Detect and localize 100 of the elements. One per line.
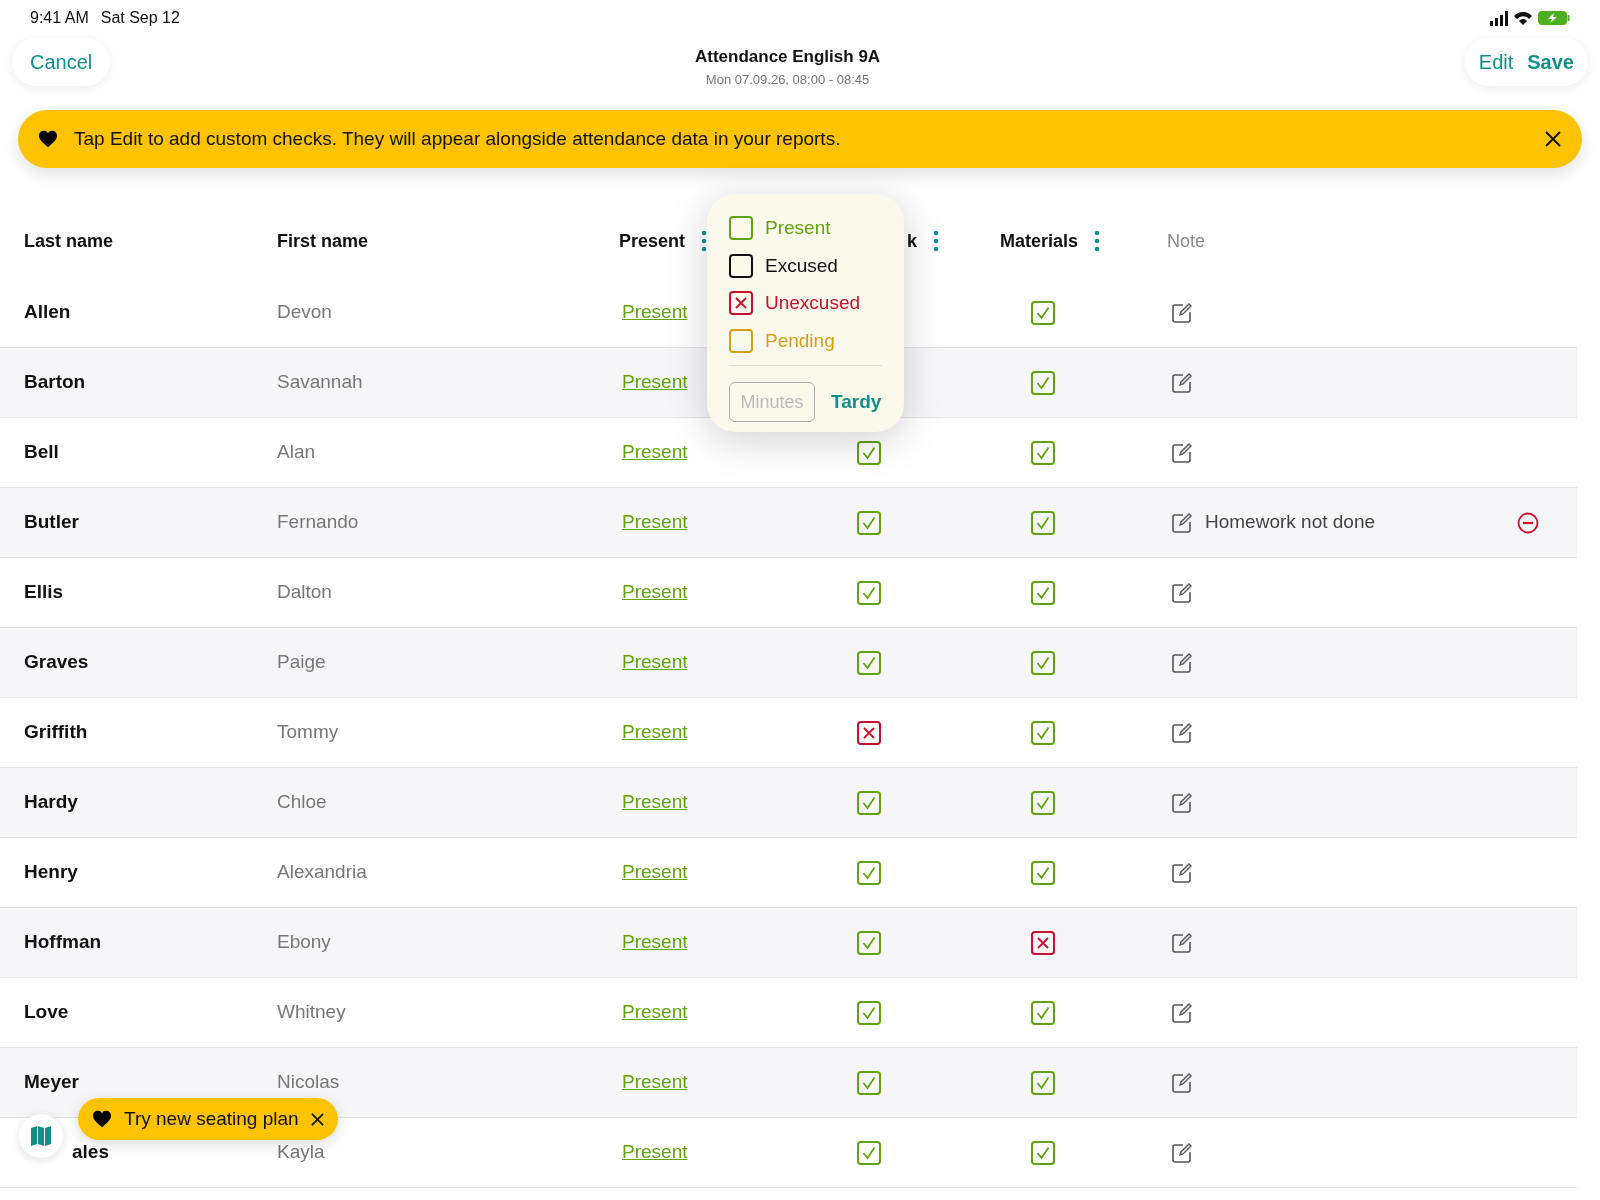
attendance-link[interactable]: Present	[622, 998, 688, 1027]
first-name: Nicolas	[277, 1071, 340, 1093]
last-name: Barton	[24, 371, 86, 393]
status-option[interactable]: Unexcused	[729, 289, 882, 318]
attendance-link[interactable]: Present	[622, 368, 688, 397]
note-edit-icon[interactable]	[1171, 861, 1193, 884]
first-name: Kayla	[277, 1141, 325, 1163]
first-name: Tommy	[277, 721, 339, 743]
note-edit-icon[interactable]	[1171, 1001, 1193, 1024]
edit-button[interactable]: Edit	[1478, 47, 1514, 77]
first-name: Alexandria	[277, 861, 367, 883]
tardy-button[interactable]: Tardy	[831, 387, 882, 417]
status-date: Sat Sep 12	[100, 8, 180, 28]
first-name: Dalton	[277, 581, 332, 603]
note-edit-icon[interactable]	[1171, 1141, 1193, 1164]
checked-checkbox-icon[interactable]	[857, 1000, 881, 1025]
crossed-checkbox-icon[interactable]	[857, 720, 881, 745]
checked-checkbox-icon[interactable]	[1031, 720, 1055, 745]
checked-checkbox-icon[interactable]	[1031, 1070, 1055, 1095]
last-name: Meyer	[24, 1071, 79, 1093]
checked-checkbox-icon[interactable]	[857, 930, 881, 955]
status-time: 9:41 AM	[30, 8, 89, 28]
attendance-link[interactable]: Present	[622, 298, 688, 327]
note-edit-icon[interactable]	[1171, 511, 1193, 534]
tip-text: Try new seating plan	[124, 1106, 299, 1131]
checked-checkbox-icon[interactable]	[857, 510, 881, 535]
checked-checkbox-icon[interactable]	[1031, 1000, 1055, 1025]
column-header: Present	[619, 229, 686, 253]
crossed-checkbox-icon[interactable]	[1031, 930, 1055, 955]
more-icon[interactable]	[701, 230, 708, 252]
cancel-button[interactable]: Cancel	[12, 38, 111, 86]
close-icon[interactable]	[310, 1112, 324, 1126]
page-title: Attendance English 9A	[694, 46, 881, 68]
more-icon[interactable]	[1094, 230, 1101, 252]
attendance-link[interactable]: Present	[622, 858, 688, 887]
attendance-link[interactable]: Present	[622, 578, 688, 607]
column-header: First name	[277, 229, 369, 253]
heart-icon	[92, 1110, 112, 1128]
first-name: Whitney	[277, 1001, 346, 1023]
note-edit-icon[interactable]	[1171, 651, 1193, 674]
checked-checkbox-icon[interactable]	[857, 1070, 881, 1095]
battery-icon	[1538, 11, 1570, 25]
checked-checkbox-icon[interactable]	[1031, 510, 1055, 535]
minutes-field[interactable]: Minutes	[729, 382, 815, 422]
note-edit-icon[interactable]	[1171, 441, 1193, 464]
note-edit-icon[interactable]	[1171, 1071, 1193, 1094]
first-name: Devon	[277, 301, 332, 323]
note-text: Homework not done	[1205, 510, 1377, 535]
attendance-link[interactable]: Present	[622, 648, 688, 677]
checked-checkbox-icon[interactable]	[857, 650, 881, 675]
remove-icon[interactable]	[1517, 511, 1539, 534]
attendance-link[interactable]: Present	[622, 718, 688, 747]
wifi-icon	[1514, 11, 1532, 25]
last-name: Ellis	[24, 581, 64, 603]
last-name: Love	[24, 1001, 69, 1023]
checked-checkbox-icon[interactable]	[1031, 580, 1055, 605]
last-name: Henry	[24, 861, 78, 883]
note-edit-icon[interactable]	[1171, 791, 1193, 814]
attendance-link[interactable]: Present	[622, 788, 688, 817]
last-name: Graves	[24, 651, 89, 673]
save-button[interactable]: Save	[1527, 47, 1574, 77]
last-name: ales	[72, 1141, 109, 1163]
last-name: Hoffman	[24, 931, 102, 953]
attendance-link[interactable]: Present	[622, 438, 688, 467]
more-icon[interactable]	[933, 230, 939, 252]
banner-text: Tap Edit to add custom checks. They will appear alongside attendance data in your reports.	[74, 126, 842, 151]
status-option[interactable]: Excused	[729, 251, 882, 280]
last-name: Bell	[24, 441, 59, 463]
checked-checkbox-icon[interactable]	[1031, 300, 1055, 325]
note-edit-icon[interactable]	[1171, 371, 1193, 394]
attendance-link[interactable]: Present	[622, 1138, 688, 1167]
note-edit-icon[interactable]	[1171, 301, 1193, 324]
note-edit-icon[interactable]	[1171, 931, 1193, 954]
close-icon[interactable]	[1544, 130, 1562, 148]
checked-checkbox-icon[interactable]	[857, 790, 881, 815]
checked-checkbox-icon[interactable]	[1031, 370, 1055, 395]
note-edit-icon[interactable]	[1171, 581, 1193, 604]
seating-plan-tip[interactable]: Try new seating plan	[78, 1098, 338, 1140]
first-name: Paige	[277, 651, 326, 673]
note-edit-icon[interactable]	[1171, 721, 1193, 744]
status-option[interactable]: Present	[729, 214, 882, 243]
checked-checkbox-icon[interactable]	[857, 1140, 881, 1165]
checked-checkbox-icon[interactable]	[857, 440, 881, 465]
checked-checkbox-icon[interactable]	[1031, 860, 1055, 885]
first-name: Ebony	[277, 931, 331, 953]
checked-checkbox-icon[interactable]	[857, 860, 881, 885]
column-header: k	[907, 229, 917, 253]
checked-checkbox-icon[interactable]	[1031, 1140, 1055, 1165]
checked-checkbox-icon[interactable]	[1031, 650, 1055, 675]
checked-checkbox-icon[interactable]	[857, 580, 881, 605]
status-option[interactable]: Pending	[729, 326, 882, 355]
attendance-link[interactable]: Present	[622, 1068, 688, 1097]
attendance-link[interactable]: Present	[622, 928, 688, 957]
signal-icon	[1490, 10, 1508, 26]
last-name: Hardy	[24, 791, 78, 813]
first-name: Savannah	[277, 371, 363, 393]
attendance-link[interactable]: Present	[622, 508, 688, 537]
checked-checkbox-icon[interactable]	[1031, 440, 1055, 465]
column-header: Materials	[1000, 229, 1079, 253]
checked-checkbox-icon[interactable]	[1031, 790, 1055, 815]
